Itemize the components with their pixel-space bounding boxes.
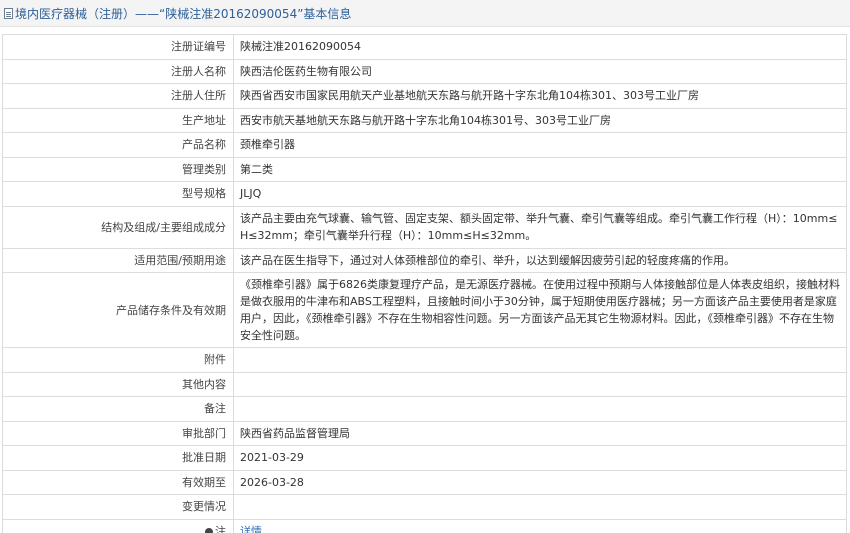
row-label: 结构及组成/主要组成成分 [2, 205, 234, 249]
pin-icon [203, 526, 215, 533]
row-value: 该产品在医生指导下，通过对人体颈椎部位的牵引、举升，以达到缓解因疲劳引起的轻度疼… [233, 247, 847, 273]
document-icon [4, 7, 13, 19]
row-label: 其他内容 [2, 371, 234, 397]
row-label: 附件 [2, 347, 234, 373]
table-row: 审批部门 陕西省药品监督管理局 [2, 420, 847, 446]
row-label: 生产地址 [2, 107, 234, 133]
note-label-cell: 注 [2, 518, 234, 533]
table-row: 结构及组成/主要组成成分 该产品主要由充气球囊、输气管、固定支架、额头固定带、举… [2, 205, 847, 249]
table-row: 型号规格 JLJQ [2, 181, 847, 207]
table-row: 批准日期 2021-03-29 [2, 445, 847, 471]
row-label: 批准日期 [2, 445, 234, 471]
table-row: 生产地址 西安市航天基地航天东路与航开路十字东北角104栋301号、303号工业… [2, 107, 847, 133]
row-value: JLJQ [233, 181, 847, 207]
row-label: 适用范围/预期用途 [2, 247, 234, 273]
row-label: 备注 [2, 396, 234, 422]
row-value: 第二类 [233, 156, 847, 182]
row-label: 有效期至 [2, 469, 234, 495]
row-value: 陕械注准20162090054 [233, 34, 847, 60]
row-value [233, 396, 847, 422]
row-value: 该产品主要由充气球囊、输气管、固定支架、额头固定带、举升气囊、牵引气囊等组成。牵… [233, 205, 847, 249]
table-row: 备注 [2, 396, 847, 422]
row-label: 管理类别 [2, 156, 234, 182]
row-label: 产品储存条件及有效期 [2, 272, 234, 348]
row-value: 《颈椎牵引器》属于6826类康复理疗产品，是无源医疗器械。在使用过程中预期与人体… [233, 272, 847, 348]
row-value: 陕西省药品监督管理局 [233, 420, 847, 446]
note-label: 注 [215, 524, 226, 533]
row-value [233, 347, 847, 373]
table-row: 注册人名称 陕西洁伦医药生物有限公司 [2, 58, 847, 84]
row-value: 陕西省西安市国家民用航天产业基地航天东路与航开路十字东北角104栋301、303… [233, 83, 847, 109]
row-label: 变更情况 [2, 494, 234, 520]
row-value: 2026-03-28 [233, 469, 847, 495]
row-value: 西安市航天基地航天东路与航开路十字东北角104栋301号、303号工业厂房 [233, 107, 847, 133]
details-link[interactable]: 详情 [240, 525, 262, 533]
note-value-cell: 详情 [233, 518, 847, 533]
row-label: 注册证编号 [2, 34, 234, 60]
row-label: 型号规格 [2, 181, 234, 207]
row-value: 颈椎牵引器 [233, 132, 847, 158]
table-row: 适用范围/预期用途 该产品在医生指导下，通过对人体颈椎部位的牵引、举升，以达到缓… [2, 247, 847, 273]
table-row: 变更情况 [2, 494, 847, 520]
row-label: 注册人住所 [2, 83, 234, 109]
table-row: 产品名称 颈椎牵引器 [2, 132, 847, 158]
row-label: 产品名称 [2, 132, 234, 158]
row-value: 陕西洁伦医药生物有限公司 [233, 58, 847, 84]
row-label: 注册人名称 [2, 58, 234, 84]
page-title-bar: 境内医疗器械（注册）——“陕械注准20162090054”基本信息 [0, 0, 850, 27]
table-row: 附件 [2, 347, 847, 373]
table-row: 有效期至 2026-03-28 [2, 469, 847, 495]
row-value [233, 494, 847, 520]
table-row: 其他内容 [2, 371, 847, 397]
page-title: 境内医疗器械（注册）——“陕械注准20162090054”基本信息 [15, 6, 352, 21]
table-row: 注册人住所 陕西省西安市国家民用航天产业基地航天东路与航开路十字东北角104栋3… [2, 83, 847, 109]
table-row: 产品储存条件及有效期 《颈椎牵引器》属于6826类康复理疗产品，是无源医疗器械。… [2, 272, 847, 348]
table-row: 注册证编号 陕械注准20162090054 [2, 34, 847, 60]
row-value [233, 371, 847, 397]
row-label: 审批部门 [2, 420, 234, 446]
table-row: 管理类别 第二类 [2, 156, 847, 182]
row-value: 2021-03-29 [233, 445, 847, 471]
table-row-note: 注 详情 [2, 518, 847, 533]
info-table: 注册证编号 陕械注准20162090054 注册人名称 陕西洁伦医药生物有限公司… [2, 34, 847, 533]
